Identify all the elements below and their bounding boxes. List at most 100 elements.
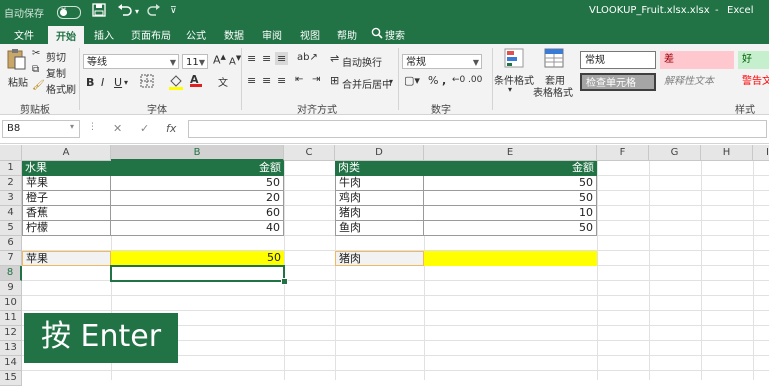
tab-data[interactable]: 数据 <box>224 27 244 42</box>
fruit-name-cell[interactable]: 香蕉 <box>22 206 111 221</box>
meat-name-cell[interactable]: 牛肉 <box>335 176 424 191</box>
tab-home[interactable]: 开始 <box>48 26 84 44</box>
lookup-key-cell-a7[interactable]: 苹果 <box>22 251 111 266</box>
tab-file[interactable]: 文件 <box>14 27 34 42</box>
row-header[interactable]: 2 <box>0 176 22 191</box>
row-header[interactable]: 5 <box>0 221 22 236</box>
lookup-result-cell-b7[interactable]: 50 <box>111 251 284 266</box>
fill-color-icon[interactable] <box>168 73 184 94</box>
paste-icon[interactable] <box>6 47 26 74</box>
row-header[interactable]: 1 <box>0 161 22 176</box>
cancel-icon[interactable]: ✕ <box>113 122 122 135</box>
tab-view[interactable]: 视图 <box>300 27 320 42</box>
meat-name-cell[interactable]: 鸡肉 <box>335 191 424 206</box>
increase-decimal-icon[interactable]: ←0 <box>452 75 465 85</box>
column-header-c[interactable]: C <box>284 145 335 161</box>
lookup-key-cell-d7[interactable]: 猪肉 <box>335 251 424 266</box>
tab-help[interactable]: 帮助 <box>337 27 357 42</box>
undo-dropdown-icon[interactable]: ▾ <box>135 7 139 16</box>
merge-center-icon[interactable]: ⊞ <box>330 74 339 87</box>
meat-name-cell[interactable]: 猪肉 <box>335 206 424 221</box>
search-label[interactable]: 搜索 <box>385 27 405 42</box>
column-header-i[interactable]: I <box>753 145 769 161</box>
align-center-icon[interactable]: ≡ <box>262 74 271 87</box>
row-header[interactable]: 10 <box>0 296 22 311</box>
orientation-icon[interactable]: ab↗ <box>297 52 318 63</box>
row-header[interactable]: 11 <box>0 311 22 326</box>
tab-page-layout[interactable]: 页面布局 <box>131 27 171 42</box>
wrap-text-icon[interactable]: ⇌ <box>330 52 339 65</box>
bold-button[interactable]: B <box>86 76 94 89</box>
row-header[interactable]: 7 <box>0 251 22 266</box>
fruit-amount-cell[interactable]: 60 <box>111 206 284 221</box>
font-color-icon[interactable]: A <box>190 73 202 87</box>
style-bad[interactable]: 差 <box>660 51 734 69</box>
decrease-font-icon[interactable]: A▼ <box>229 54 241 67</box>
fruit-name-cell[interactable]: 苹果 <box>22 176 111 191</box>
column-header-g[interactable]: G <box>649 145 701 161</box>
column-header-e[interactable]: E <box>424 145 597 161</box>
number-format-combo[interactable]: 常规 ▼ <box>402 54 482 69</box>
search-icon[interactable] <box>371 27 383 42</box>
align-middle-icon[interactable]: ≡ <box>262 52 271 65</box>
meat-header-name[interactable]: 肉类 <box>335 161 424 176</box>
fruit-amount-cell[interactable]: 50 <box>111 176 284 191</box>
meat-amount-cell[interactable]: 10 <box>424 206 597 221</box>
underline-dropdown-icon[interactable]: ▾ <box>124 78 128 87</box>
borders-icon[interactable] <box>140 74 154 91</box>
align-top-icon[interactable]: ≡ <box>247 52 256 65</box>
customize-toolbar-icon[interactable]: ⊽ <box>170 6 177 16</box>
underline-button[interactable]: U <box>114 76 122 89</box>
copy-label[interactable]: 复制 <box>46 65 66 80</box>
fruit-name-cell[interactable]: 柠檬 <box>22 221 111 236</box>
fruit-header-amount[interactable]: 金额 <box>111 161 284 176</box>
align-left-icon[interactable]: ≡ <box>247 74 256 87</box>
row-header[interactable]: 13 <box>0 341 22 356</box>
fill-handle[interactable] <box>281 278 288 285</box>
column-header-h[interactable]: H <box>701 145 753 161</box>
style-check-cell[interactable]: 检查单元格 <box>580 73 656 91</box>
merge-center-label[interactable]: 合并后居中 <box>342 76 392 91</box>
column-header-f[interactable]: F <box>597 145 649 161</box>
lookup-result-cell-e7[interactable] <box>424 251 597 266</box>
meat-amount-cell[interactable]: 50 <box>424 191 597 206</box>
column-header-a[interactable]: A <box>22 145 111 161</box>
row-header[interactable]: 15 <box>0 371 22 386</box>
active-cell-b8[interactable] <box>110 265 285 282</box>
font-size-combo[interactable]: 11 ▼ <box>182 54 208 69</box>
row-header[interactable]: 9 <box>0 281 22 296</box>
row-header[interactable]: 3 <box>0 191 22 206</box>
copy-icon[interactable]: ⧉ <box>32 64 39 75</box>
redo-icon[interactable] <box>147 3 161 20</box>
row-header-selected[interactable]: 8 <box>0 266 22 281</box>
paste-label[interactable]: 粘贴 <box>8 74 28 89</box>
font-name-combo[interactable]: 等线 ▼ <box>83 54 179 69</box>
meat-amount-cell[interactable]: 50 <box>424 221 597 236</box>
style-good[interactable]: 好 <box>738 51 769 69</box>
name-box-dropdown-icon[interactable]: ▾ <box>70 122 74 131</box>
tab-insert[interactable]: 插入 <box>94 27 114 42</box>
conditional-format-dropdown-icon[interactable]: ▾ <box>508 85 512 94</box>
insert-function-icon[interactable]: fx <box>166 122 176 135</box>
meat-amount-cell[interactable]: 50 <box>424 176 597 191</box>
row-header[interactable]: 6 <box>0 236 22 251</box>
row-header[interactable]: 12 <box>0 326 22 341</box>
fruit-amount-cell[interactable]: 40 <box>111 221 284 236</box>
column-header-d[interactable]: D <box>335 145 424 161</box>
italic-button[interactable]: I <box>101 76 104 89</box>
merge-dropdown-icon[interactable]: ▾ <box>389 77 393 86</box>
align-right-icon[interactable]: ≡ <box>277 74 286 87</box>
wrap-text-label[interactable]: 自动换行 <box>342 54 382 69</box>
cut-label[interactable]: 剪切 <box>46 49 66 64</box>
decrease-decimal-icon[interactable]: .00 <box>468 75 482 85</box>
comma-style-icon[interactable]: , <box>442 74 446 87</box>
save-icon[interactable] <box>92 3 106 20</box>
enter-icon[interactable]: ✓ <box>140 122 149 135</box>
increase-indent-icon[interactable]: ⇥ <box>312 74 320 85</box>
currency-icon[interactable]: ▢▾ <box>404 74 420 87</box>
style-explanatory[interactable]: 解释性文本 <box>660 73 734 91</box>
fruit-amount-cell[interactable]: 20 <box>111 191 284 206</box>
cut-icon[interactable]: ✂ <box>32 48 40 59</box>
table-format-label-2[interactable]: 表格格式 <box>533 84 573 99</box>
fruit-name-cell[interactable]: 橙子 <box>22 191 111 206</box>
